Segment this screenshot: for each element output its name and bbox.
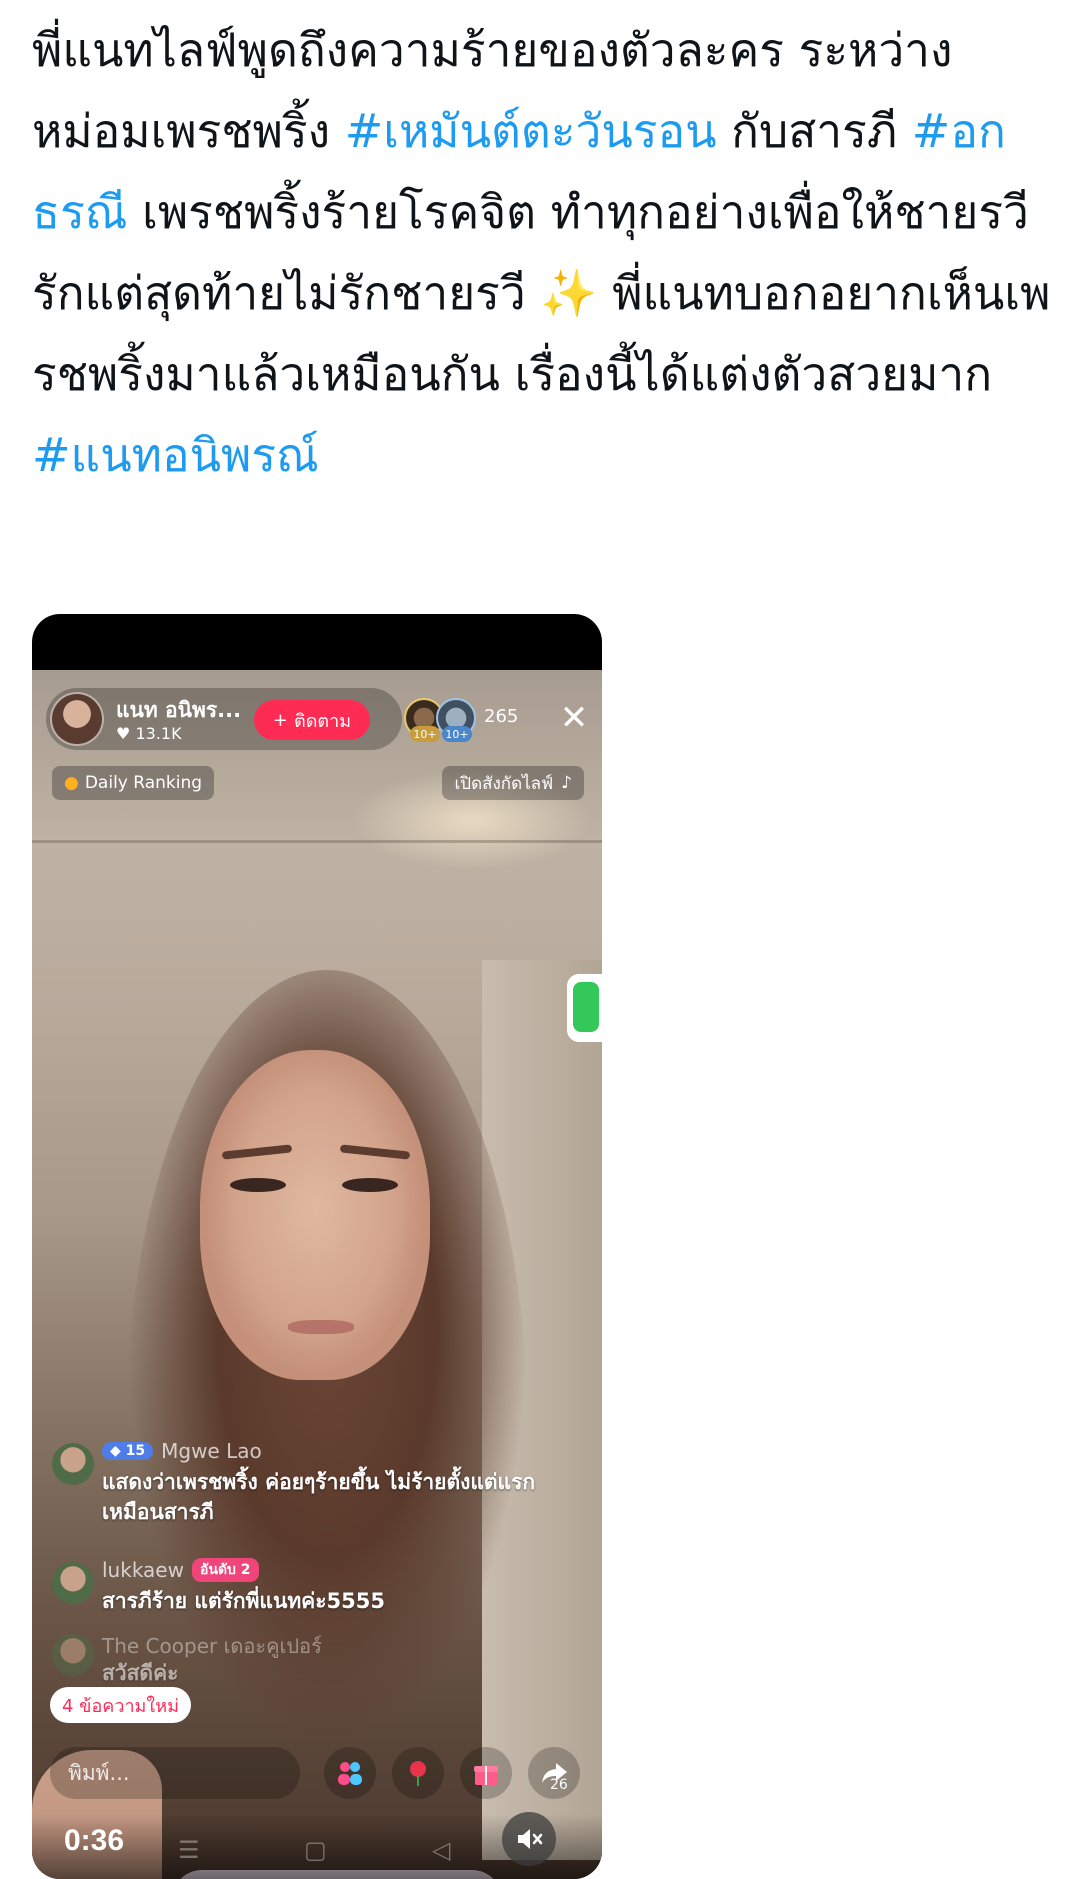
- video-timecode: 0:36: [64, 1824, 125, 1857]
- video-player[interactable]: แนท อนิพร... ♥ 13.1K + ติดตาม 10+ 10+ 26…: [32, 614, 602, 1879]
- heart-icon: ♥: [116, 724, 131, 743]
- commenter-name[interactable]: lukkaew: [102, 1558, 184, 1582]
- tweet-text-segment: เพรชพริ้งร้ายโรคจิต ทำทุกอย่างเพื่อให้ชา…: [32, 185, 1051, 401]
- live-header: แนท อนิพร... ♥ 13.1K + ติดตาม 10+ 10+ 26…: [32, 670, 602, 810]
- left-brow: [221, 1144, 293, 1160]
- comment-text: สารภีร้าย แต่รักพี่แนทค่ะ5555: [102, 1589, 385, 1613]
- person-face: [200, 1050, 430, 1380]
- ceiling-line: [32, 840, 602, 843]
- tiktok-icon: ♪: [561, 773, 572, 793]
- home-icon: ▢: [304, 1836, 327, 1864]
- top-viewer-badge: 10+: [410, 726, 440, 742]
- rank-badge: อันดับ 2: [191, 1558, 259, 1582]
- back-icon: ◁: [432, 1836, 451, 1864]
- new-messages-button[interactable]: 4 ข้อความใหม่: [50, 1687, 191, 1723]
- daily-ranking-button[interactable]: ● Daily Ranking: [52, 766, 215, 800]
- tweet-text-segment: กับสารภี: [716, 104, 912, 158]
- plus-icon: +: [272, 709, 289, 731]
- comment-header: lukkaew อันดับ 2: [102, 1558, 259, 1582]
- comment-header: ◆ 15 Mgwe Lao: [102, 1439, 262, 1463]
- open-live-label: เปิดสังกัดไลฟ์: [454, 773, 554, 794]
- commenter-avatar[interactable]: [52, 1634, 94, 1676]
- mute-icon: [518, 1829, 543, 1849]
- comment-input[interactable]: พิมพ์...: [50, 1747, 300, 1799]
- host-likes-count: 13.1K: [135, 724, 182, 743]
- commenter-avatar[interactable]: [52, 1443, 94, 1485]
- close-icon[interactable]: ✕: [554, 698, 594, 738]
- mouth: [288, 1320, 354, 1334]
- comment-text: แสดงว่าเพรชพริ้ง ค่อยๆร้ายขึ้น ไม่ร้ายตั…: [102, 1470, 536, 1524]
- viewer-count[interactable]: 265: [484, 706, 518, 727]
- comment-text: สวัสดีค่ะ: [102, 1661, 179, 1685]
- side-widget[interactable]: [567, 974, 602, 1042]
- menu-icon: ☰: [178, 1836, 200, 1864]
- commenter-name[interactable]: Mgwe Lao: [161, 1439, 262, 1463]
- follow-label: ติดตาม: [294, 710, 352, 732]
- hashtag-link[interactable]: #เหมันต์ตะวันรอน: [345, 104, 717, 158]
- open-live-button[interactable]: เปิดสังกัดไลฟ์ ♪: [442, 766, 584, 800]
- side-widget-icon: [573, 982, 599, 1032]
- fire-icon: ●: [64, 773, 79, 793]
- commenter-avatar[interactable]: [52, 1562, 94, 1604]
- right-eye: [342, 1178, 398, 1192]
- rose-icon[interactable]: [392, 1747, 444, 1799]
- host-name[interactable]: แนท อนิพร...: [116, 694, 241, 727]
- follow-button[interactable]: + ติดตาม: [254, 700, 370, 740]
- left-eye: [230, 1178, 286, 1192]
- host-avatar[interactable]: [50, 692, 104, 746]
- share-count: 26: [550, 1777, 568, 1793]
- host-likes: ♥ 13.1K: [116, 724, 182, 743]
- hashtag-link[interactable]: #แนทอนิพรณ์: [32, 428, 319, 482]
- tweet-text: พี่แนทไลฟ์พูดถึงความร้ายของตัวละคร ระหว่…: [32, 10, 1052, 496]
- mute-button[interactable]: [502, 1812, 556, 1866]
- level-badge: ◆ 15: [102, 1442, 154, 1460]
- gift-icon[interactable]: [460, 1747, 512, 1799]
- top-viewer-badge: 10+: [442, 726, 472, 742]
- people-icon[interactable]: [324, 1747, 376, 1799]
- daily-ranking-label: Daily Ranking: [84, 773, 203, 793]
- right-brow: [339, 1144, 411, 1160]
